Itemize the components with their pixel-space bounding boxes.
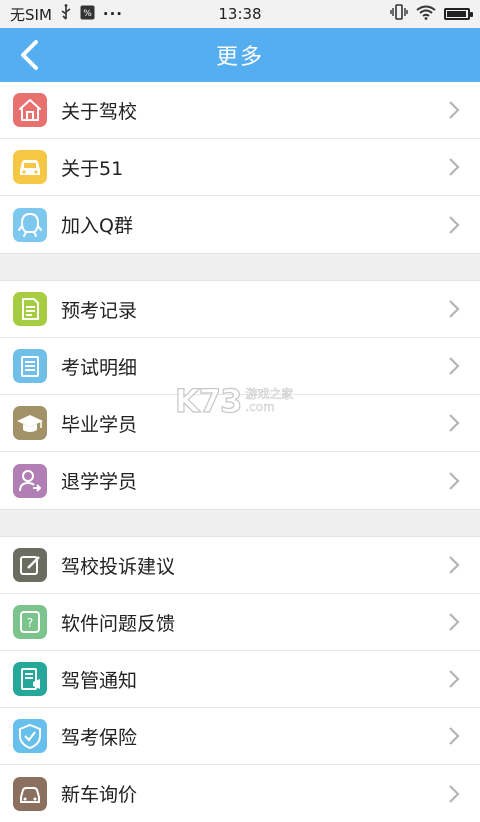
edit-icon [13,548,47,582]
menu-list: 关于驾校 关于51 加入Q群 预考记录 考试明细 毕业学员 退学学员 驾校投诉建议? 软件问题反… [0,82,480,822]
chevron-right-icon [444,612,464,632]
page-title: 更多 [215,45,264,70]
status-left: 无SIM % ··· [10,4,123,25]
menu-item-label: 退学学员 [61,471,138,493]
car-price-icon [13,776,47,811]
menu-item[interactable]: 考试明细 [0,338,480,395]
chevron-right-icon [444,356,464,376]
menu-item-label: 关于51 [61,157,124,180]
menu-item[interactable]: ? 软件问题反馈 [0,594,480,651]
chevron-right-icon [444,471,464,491]
qq-icon [13,207,47,242]
document-icon [13,292,47,326]
svg-text:?: ? [27,616,33,630]
menu-item[interactable]: 毕业学员 [0,395,480,452]
house-icon [13,93,47,127]
back-button[interactable] [14,38,44,72]
carrier-label: 无SIM [10,5,52,24]
section-divider [0,253,480,281]
chevron-right-icon [444,669,464,689]
menu-item-label: 新车询价 [61,784,138,806]
more-dots: ··· [102,5,123,23]
menu-item[interactable]: 关于驾校 [0,82,480,139]
section-divider [0,509,480,537]
menu-item-label: 软件问题反馈 [61,612,176,635]
svg-text:%: % [83,9,92,19]
menu-item-label: 毕业学员 [61,413,138,436]
chevron-right-icon [444,726,464,746]
chevron-right-icon [444,413,464,433]
menu-item[interactable]: 加入Q群 [0,196,480,253]
wifi-icon [416,5,436,24]
menu-item-label: 驾校投诉建议 [61,555,176,578]
menu-item[interactable]: 驾管通知 [0,651,480,708]
menu-group: 关于驾校关于51 加入Q群 [0,82,480,253]
user-exit-icon [13,463,47,498]
list-icon [13,349,47,383]
menu-item-label: 驾管通知 [61,669,138,692]
menu-item-label: 预考记录 [61,299,138,322]
status-right [390,4,473,24]
notice-icon [13,662,47,696]
menu-item[interactable]: 退学学员 [0,452,480,509]
chevron-right-icon [444,555,464,575]
graduation-cap-icon [13,406,47,440]
menu-group: 驾校投诉建议? 软件问题反馈 驾管通知 驾考保险 新车询价 [0,537,480,822]
menu-item[interactable]: 关于51 [0,139,480,196]
vibrate-icon [390,4,408,24]
menu-item-label: 加入Q群 [61,215,133,237]
chevron-right-icon [444,215,464,235]
menu-item[interactable]: 驾考保险 [0,708,480,765]
battery-icon [444,8,473,20]
usb-icon [60,4,72,24]
feedback-icon: ? [13,605,47,639]
notification-icon: % [80,5,95,24]
menu-item[interactable]: 驾校投诉建议 [0,537,480,594]
chevron-right-icon [444,784,464,804]
menu-item-label: 考试明细 [61,356,138,379]
car-icon [13,150,47,184]
menu-item[interactable]: 预考记录 [0,281,480,338]
status-bar: 无SIM % ··· 13:38 [0,0,480,28]
shield-icon [13,719,47,753]
chevron-right-icon [444,299,464,319]
chevron-right-icon [444,157,464,177]
title-bar: 更多 [0,28,480,82]
menu-item[interactable]: 新车询价 [0,765,480,822]
chevron-left-icon [21,40,38,70]
menu-item-label: 关于驾校 [61,100,138,123]
chevron-right-icon [444,100,464,120]
menu-item-label: 驾考保险 [61,726,138,749]
menu-group: 预考记录考试明细毕业学员退学学员 [0,281,480,509]
